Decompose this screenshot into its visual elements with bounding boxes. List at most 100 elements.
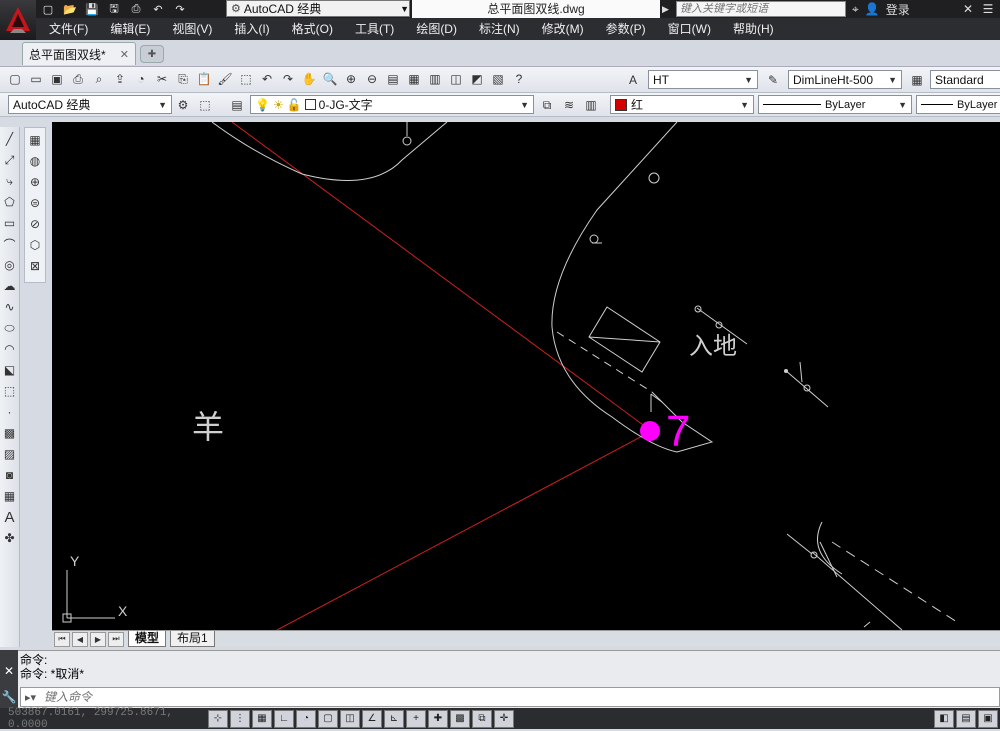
- redo-icon[interactable]: ↷: [279, 70, 297, 88]
- next-tab-icon[interactable]: ▶: [90, 631, 106, 647]
- grid-display-icon[interactable]: ▦: [252, 709, 272, 728]
- wrench-icon[interactable]: 🔧: [0, 690, 18, 704]
- command-line[interactable]: ▸▾: [20, 687, 1000, 707]
- dynamic-input-icon[interactable]: +: [406, 709, 426, 728]
- block-editor-icon[interactable]: ⬚: [237, 70, 255, 88]
- open-icon[interactable]: ▭: [27, 70, 45, 88]
- close-icon[interactable]: ✕: [0, 664, 18, 678]
- quick-view-drawings-icon[interactable]: ▣: [978, 709, 998, 728]
- table-icon[interactable]: ▦: [2, 487, 18, 505]
- paste-icon[interactable]: 📋: [195, 70, 213, 88]
- ellipse-arc-icon[interactable]: ◠: [2, 340, 18, 358]
- print-icon[interactable]: ⎙: [69, 70, 87, 88]
- sphere-icon[interactable]: ◍: [27, 152, 43, 170]
- new-icon[interactable]: ▢: [6, 70, 24, 88]
- autocad-logo-button[interactable]: [0, 0, 36, 40]
- ortho-mode-icon[interactable]: ∟: [274, 709, 294, 728]
- customize-icon[interactable]: ⬚: [196, 96, 214, 114]
- prev-tab-icon[interactable]: ◀: [72, 631, 88, 647]
- menu-dimension[interactable]: 标注(N): [468, 18, 531, 40]
- cylinder-icon[interactable]: ⊜: [27, 194, 43, 212]
- menu-insert[interactable]: 插入(I): [223, 18, 280, 40]
- help-icon[interactable]: ☰: [980, 2, 996, 16]
- add-selected-icon[interactable]: ✤: [2, 529, 18, 547]
- zoom-window-icon[interactable]: ⊕: [342, 70, 360, 88]
- first-tab-icon[interactable]: ⏮: [54, 631, 70, 647]
- save-icon[interactable]: ▣: [48, 70, 66, 88]
- undo-icon[interactable]: ↶: [258, 70, 276, 88]
- exchange-icon[interactable]: ✕: [960, 2, 976, 16]
- dynamic-ucs-icon[interactable]: ⊾: [384, 709, 404, 728]
- print-icon[interactable]: ⎙: [128, 2, 144, 16]
- menu-format[interactable]: 格式(O): [281, 18, 344, 40]
- polyline-icon[interactable]: ⤷: [2, 172, 18, 190]
- point-icon[interactable]: ·: [2, 403, 18, 421]
- snap-mode-icon[interactable]: ⋮: [230, 709, 250, 728]
- model-space-icon[interactable]: ◧: [934, 709, 954, 728]
- selection-cycling-icon[interactable]: ✛: [494, 709, 514, 728]
- layer-previous-icon[interactable]: ≋: [560, 96, 578, 114]
- print-preview-icon[interactable]: ⌕: [90, 70, 108, 88]
- construction-line-icon[interactable]: ⤢: [2, 151, 18, 169]
- cube-icon[interactable]: ⬡: [27, 236, 43, 254]
- text-style-combo[interactable]: HT ▼: [648, 70, 758, 89]
- sheet-set-icon[interactable]: ◫: [447, 70, 465, 88]
- match-properties-icon[interactable]: 🖌: [216, 70, 234, 88]
- copy-icon[interactable]: ⎘: [174, 70, 192, 88]
- command-prompt-icon[interactable]: ▸▾: [25, 691, 36, 704]
- table-style-combo[interactable]: Standard: [930, 70, 1000, 89]
- magenta-point-marker[interactable]: [640, 421, 660, 441]
- cut-icon[interactable]: ✂: [153, 70, 171, 88]
- undo-icon[interactable]: ↶: [150, 2, 166, 16]
- erase-object-icon[interactable]: ⊠: [27, 257, 43, 275]
- redo-icon[interactable]: ↷: [172, 2, 188, 16]
- layer-properties-icon[interactable]: ▤: [228, 96, 246, 114]
- open-icon[interactable]: 📂: [62, 2, 78, 16]
- command-window-handle[interactable]: ✕ 🔧: [0, 650, 18, 708]
- gradient-icon[interactable]: ▨: [2, 445, 18, 463]
- ellipse-icon[interactable]: ⬭: [2, 319, 18, 337]
- pan-icon[interactable]: ✋: [300, 70, 318, 88]
- tab-layout1[interactable]: 布局1: [170, 631, 215, 647]
- tool-palettes-icon[interactable]: ▥: [426, 70, 444, 88]
- zoom-previous-icon[interactable]: ⊖: [363, 70, 381, 88]
- login-link[interactable]: 登录: [886, 1, 910, 18]
- search-input[interactable]: [676, 1, 846, 17]
- menu-view[interactable]: 视图(V): [161, 18, 223, 40]
- last-tab-icon[interactable]: ⏭: [108, 631, 124, 647]
- object-snap-tracking-icon[interactable]: ∠: [362, 709, 382, 728]
- publish-icon[interactable]: ⇪: [111, 70, 129, 88]
- object-snap-icon[interactable]: ▢: [318, 709, 338, 728]
- menu-modify[interactable]: 修改(M): [531, 18, 595, 40]
- color-combo[interactable]: 红 ▼: [610, 95, 754, 114]
- properties-icon[interactable]: ▤: [384, 70, 402, 88]
- box-icon[interactable]: ▦: [27, 131, 43, 149]
- close-icon[interactable]: ✕: [120, 48, 129, 61]
- menu-help[interactable]: 帮助(H): [722, 18, 785, 40]
- rectangle-icon[interactable]: ▭: [2, 214, 18, 232]
- drawing-canvas[interactable]: 7 羊 入地 Y X: [52, 122, 1000, 630]
- command-input[interactable]: [42, 689, 647, 705]
- design-center-icon[interactable]: ▦: [405, 70, 423, 88]
- multiline-text-icon[interactable]: A: [2, 508, 18, 526]
- dim-style-combo[interactable]: DimLineHt-500 ▼: [788, 70, 902, 89]
- region-icon[interactable]: ◙: [2, 466, 18, 484]
- quick-view-layouts-icon[interactable]: ▤: [956, 709, 976, 728]
- lineweight-combo[interactable]: ByLayer: [916, 95, 1000, 114]
- new-icon[interactable]: ▢: [40, 2, 56, 16]
- zoom-realtime-icon[interactable]: 🔍: [321, 70, 339, 88]
- polar-tracking-icon[interactable]: ◔: [296, 709, 316, 728]
- layer-combo[interactable]: 💡 ☀ 🔓 0-JG-文字 ▼: [250, 95, 534, 114]
- menu-file[interactable]: 文件(F): [38, 18, 99, 40]
- lineweight-icon[interactable]: ✚: [428, 709, 448, 728]
- menu-tools[interactable]: 工具(T): [344, 18, 405, 40]
- line-icon[interactable]: ╱: [2, 130, 18, 148]
- file-tab[interactable]: 总平面图双线* ✕: [22, 42, 136, 65]
- make-block-icon[interactable]: ⬚: [2, 382, 18, 400]
- quickcalc-icon[interactable]: ▧: [489, 70, 507, 88]
- save-as-icon[interactable]: 🖫: [106, 2, 122, 16]
- quick-properties-icon[interactable]: ⧉: [472, 709, 492, 728]
- binoculars-icon[interactable]: ⌖: [852, 2, 859, 17]
- search-toggle-icon[interactable]: ▶: [662, 1, 674, 17]
- workspace-selector[interactable]: ⚙ AutoCAD 经典 ▼: [226, 0, 410, 17]
